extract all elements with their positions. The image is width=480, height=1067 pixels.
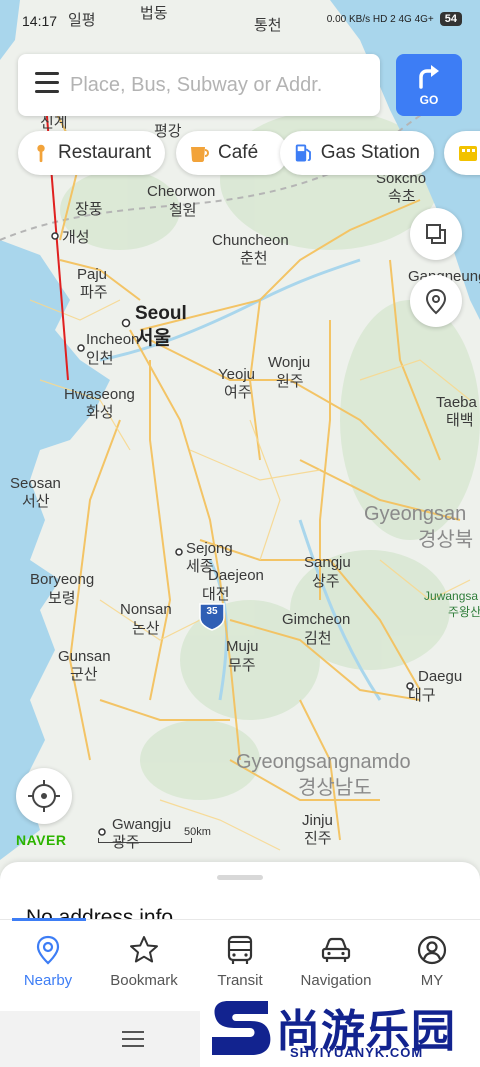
map-label: Yeoju	[218, 366, 255, 383]
map-label: Gunsan	[58, 648, 111, 665]
map-label: Incheon	[86, 331, 140, 348]
go-label: GO	[419, 93, 439, 107]
gas-pump-icon	[295, 144, 311, 162]
map-label: 서산	[22, 493, 50, 510]
map-label-region: 경상남도	[298, 777, 372, 799]
tab-bookmark[interactable]: Bookmark	[96, 920, 192, 1012]
menu-key-icon[interactable]	[122, 1031, 144, 1052]
status-time: 14:17	[22, 13, 58, 29]
map-label: 대전	[202, 586, 230, 603]
map-label: 여주	[224, 384, 252, 401]
map-label: Sejong	[186, 540, 233, 557]
map-label-park: Juwangsa	[424, 589, 479, 603]
map-label: Gimcheon	[282, 611, 351, 628]
map-label-region: Gyeongsangnamdo	[236, 751, 411, 773]
map-label: 인천	[86, 350, 114, 367]
star-icon	[130, 936, 158, 963]
tab-label: Navigation	[300, 972, 372, 989]
tab-label: MY	[420, 972, 444, 989]
map-label-region: Gyeongsan	[364, 503, 467, 525]
map-scale-text: 50km	[184, 826, 211, 838]
go-navigation-button[interactable]: GO	[396, 54, 462, 116]
map-label: Nonsan	[120, 601, 172, 618]
expressway-35-label: 35	[206, 606, 218, 617]
tab-label: Bookmark	[110, 972, 178, 989]
map-label: Daejeon	[208, 567, 264, 584]
map-label: 화성	[86, 404, 114, 421]
chip-restaurant[interactable]: Restaurant	[18, 131, 165, 175]
map-label: 신계	[40, 114, 68, 131]
coffee-cup-icon	[191, 147, 209, 162]
map-label: Hwaseong	[64, 386, 135, 403]
car-icon	[321, 937, 351, 962]
watermark-domain-text: SHYIYUANYK.COM	[290, 1045, 424, 1060]
map-label: 파주	[80, 284, 108, 301]
bottom-sheet[interactable]: No address info	[0, 862, 480, 922]
map-label: 장풍	[75, 201, 103, 218]
fork-icon	[37, 144, 45, 163]
search-bar[interactable]: Place, Bus, Subway or Addr.	[18, 54, 380, 116]
watermark-logo	[212, 1001, 271, 1055]
map-label: 진주	[304, 830, 332, 847]
chip-label: Café	[218, 142, 259, 163]
status-bar: 14:17 0.00 KB/s HD 2 4G 4G+ 54	[0, 0, 480, 40]
map-label: 태백	[446, 412, 474, 429]
my-location-button[interactable]	[16, 768, 72, 824]
map-label: 상주	[312, 573, 340, 590]
battery-level: 54	[439, 12, 462, 26]
hamburger-menu-icon[interactable]	[32, 72, 62, 98]
map-label: Jinju	[302, 812, 333, 829]
map-label: Sangju	[304, 554, 351, 571]
map-label: 개성	[62, 229, 90, 246]
map-label: 대구	[408, 687, 436, 704]
map-label: 춘천	[240, 250, 268, 267]
naver-logo: NAVER	[16, 832, 67, 848]
map-scale: 50km	[98, 826, 211, 843]
map-label-park: 주왕산	[448, 605, 480, 619]
map-label: Paju	[77, 266, 108, 283]
crosshair-location-icon	[28, 780, 60, 812]
map-label: Muju	[226, 638, 259, 655]
status-indicators: 0.00 KB/s HD 2 4G 4G+	[326, 13, 434, 25]
more-category-icon	[459, 146, 477, 161]
turn-right-arrow-icon	[419, 65, 439, 89]
map-label: 철원	[169, 202, 197, 219]
map-label: Taeba	[436, 394, 477, 411]
search-input[interactable]: Place, Bus, Subway or Addr.	[70, 74, 322, 97]
map-label: 원주	[276, 373, 304, 390]
location-pin-icon	[36, 935, 60, 965]
map-label: 무주	[228, 657, 256, 674]
map-label: Cheorwon	[147, 183, 216, 200]
layers-icon	[426, 224, 446, 244]
chip-more[interactable]	[444, 131, 480, 175]
chip-label: Gas Station	[320, 142, 420, 163]
map-label-capital: Seoul	[135, 303, 187, 324]
tab-label: Nearby	[23, 972, 73, 989]
map-label: 군산	[70, 666, 98, 683]
location-pin-button[interactable]	[410, 275, 462, 327]
chip-cafe[interactable]: Café	[176, 131, 288, 175]
tab-nearby[interactable]: Nearby	[0, 920, 96, 1012]
map-label: 김천	[304, 630, 332, 647]
person-circle-icon	[417, 935, 447, 965]
map-label: Daegu	[418, 668, 463, 685]
map-label: 속초	[388, 188, 416, 205]
map-label-region: 경상북	[418, 529, 474, 551]
map-label: Chuncheon	[212, 232, 289, 249]
chip-label: Restaurant	[58, 142, 151, 163]
sheet-drag-handle[interactable]	[217, 875, 263, 880]
map-pin-icon	[425, 288, 447, 315]
bus-icon	[227, 935, 253, 964]
layers-button[interactable]	[410, 208, 462, 260]
chip-gas-station[interactable]: Gas Station	[280, 131, 434, 175]
map-label: 논산	[132, 620, 160, 637]
tab-label: Transit	[217, 972, 263, 989]
map-label: Seosan	[10, 475, 61, 492]
map-label-capital: 서울	[136, 328, 171, 349]
map-label: Boryeong	[30, 571, 95, 588]
map-label: Wonju	[268, 354, 311, 371]
site-watermark: 尚游乐园 SHYIYUANYK.COM	[200, 993, 480, 1067]
map-label: 보령	[48, 590, 76, 607]
